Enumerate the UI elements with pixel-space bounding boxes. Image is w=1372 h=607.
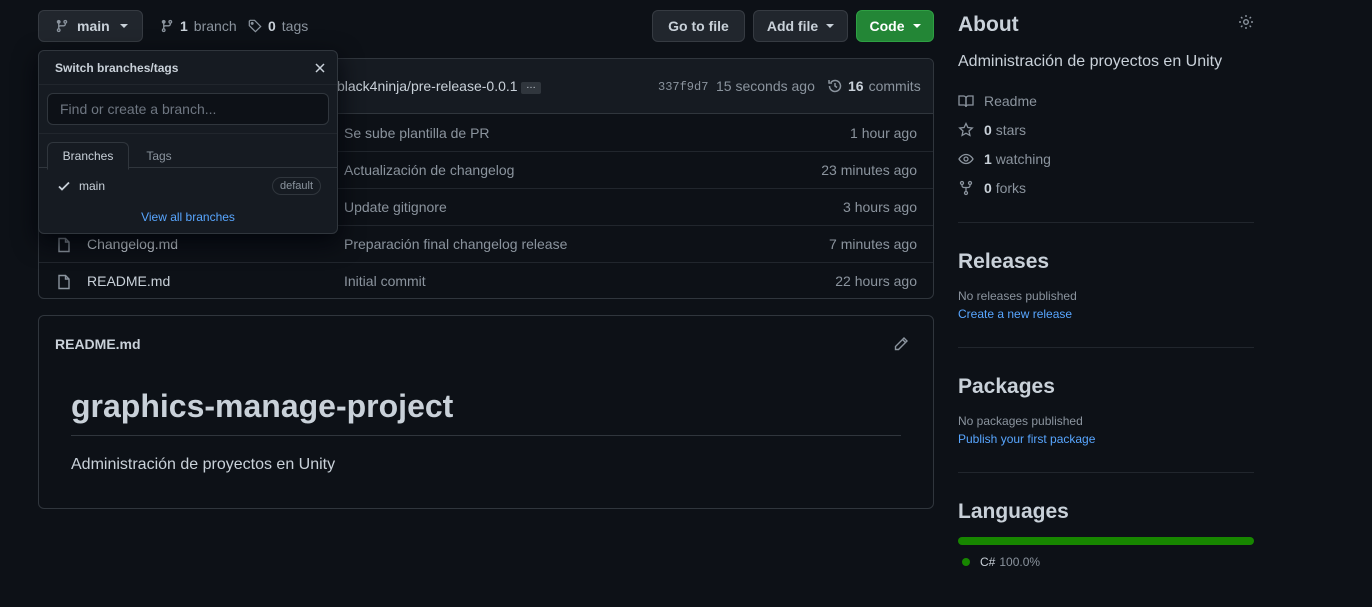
stars-count: 0 <box>984 122 992 138</box>
branch-item-name: main <box>79 179 106 193</box>
forks-count: 0 <box>984 180 992 196</box>
file-name[interactable]: Changelog.md <box>87 236 178 252</box>
language-bar <box>958 537 1254 545</box>
watching-link[interactable]: 1 watching <box>958 151 1051 167</box>
no-packages-text: No packages published <box>958 414 1083 428</box>
git-branch-icon <box>161 19 173 33</box>
code-button[interactable]: Code <box>856 10 934 42</box>
view-all-branches-link[interactable]: View all branches <box>39 210 337 224</box>
fork-icon <box>959 180 973 196</box>
file-commit-message[interactable]: Preparación final changelog release <box>344 236 567 252</box>
default-badge: default <box>271 177 321 195</box>
file-age: 1 hour ago <box>850 124 917 141</box>
language-percent: 100.0% <box>999 555 1041 569</box>
divider <box>958 472 1254 473</box>
file-name[interactable]: README.md <box>87 273 170 289</box>
close-icon[interactable] <box>313 61 327 75</box>
branch-search-input[interactable] <box>47 93 329 125</box>
tag-count-label: tags <box>281 18 309 34</box>
readme-heading: graphics-manage-project <box>71 388 901 436</box>
file-commit-message[interactable]: Se sube plantilla de PR <box>344 125 490 141</box>
dropdown-title: Switch branches/tags <box>55 60 179 75</box>
file-commit-message[interactable]: Initial commit <box>344 273 426 289</box>
tag-icon <box>248 19 262 33</box>
tab-tags[interactable]: Tags <box>139 142 179 170</box>
watching-count: 1 <box>984 151 992 167</box>
add-file-button[interactable]: Add file <box>753 10 848 42</box>
history-icon <box>828 79 842 93</box>
add-file-label: Add file <box>766 18 819 34</box>
gear-icon[interactable] <box>1238 14 1254 30</box>
forks-link[interactable]: 0 forks <box>958 180 1026 196</box>
commit-message-link[interactable]: black4ninja/pre-release-0.0.1 <box>337 78 518 94</box>
readme-box: README.md graphics-manage-project Admini… <box>38 315 934 509</box>
readme-body: Administración de proyectos en Unity <box>71 456 336 473</box>
eye-icon <box>958 153 974 165</box>
branch-selector-button[interactable]: main <box>38 10 143 42</box>
create-release-link[interactable]: Create a new release <box>958 307 1072 321</box>
star-icon <box>958 122 974 137</box>
tag-count: 0 <box>268 18 276 34</box>
check-icon <box>58 181 70 191</box>
chevron-down-icon <box>119 24 128 28</box>
dropdown-header: Switch branches/tags <box>39 51 337 85</box>
readme-label: Readme <box>984 93 1037 109</box>
file-age: 23 minutes ago <box>821 162 917 178</box>
file-age: 7 minutes ago <box>829 236 917 252</box>
file-age: 3 hours ago <box>843 199 917 215</box>
language-color-dot <box>962 558 970 566</box>
go-to-file-label: Go to file <box>668 18 729 34</box>
readme-file-title[interactable]: README.md <box>55 336 141 352</box>
readme-link[interactable]: Readme <box>958 93 1037 109</box>
branches-link[interactable]: 1 branch <box>160 10 237 42</box>
branch-count: 1 <box>180 18 188 34</box>
commit-expand-button[interactable]: … <box>521 81 541 94</box>
languages-heading: Languages <box>958 500 1069 523</box>
stars-link[interactable]: 0 stars <box>958 122 1026 138</box>
file-age: 22 hours ago <box>835 273 917 289</box>
language-item[interactable]: C# 100.0% <box>962 555 1040 569</box>
file-commit-message[interactable]: Update gitignore <box>344 199 447 215</box>
tab-branches[interactable]: Branches <box>47 142 129 170</box>
commit-hash[interactable]: 337f9d7 <box>658 80 708 94</box>
language-name: C# <box>980 555 996 569</box>
commits-link[interactable]: 16 commits <box>827 78 921 94</box>
language-bar-segment-csharp <box>958 537 1254 545</box>
stars-label: stars <box>995 122 1027 138</box>
forks-label: forks <box>995 180 1027 196</box>
about-heading: About <box>958 13 1019 36</box>
book-icon <box>958 95 974 108</box>
divider <box>958 347 1254 348</box>
no-releases-text: No releases published <box>958 289 1077 303</box>
branch-list-item[interactable]: main default <box>39 173 337 199</box>
file-row[interactable]: README.md Initial commit 22 hours ago <box>39 262 933 298</box>
branch-switch-dropdown: Switch branches/tags Branches Tags main … <box>38 50 338 234</box>
file-icon <box>58 237 70 253</box>
divider <box>958 222 1254 223</box>
dropdown-tabs: Branches Tags <box>39 133 337 170</box>
branch-count-label: branch <box>193 18 237 34</box>
releases-heading[interactable]: Releases <box>958 250 1254 274</box>
git-branch-icon <box>56 19 68 33</box>
chevron-down-icon <box>826 24 835 28</box>
file-icon <box>58 274 70 290</box>
chevron-down-icon <box>912 24 921 28</box>
watching-label: watching <box>995 151 1051 167</box>
commit-time: 15 seconds ago <box>716 78 815 94</box>
tags-link[interactable]: 0 tags <box>248 10 308 42</box>
commit-count-label: commits <box>868 78 921 94</box>
go-to-file-button[interactable]: Go to file <box>652 10 745 42</box>
about-description: Administración de proyectos en Unity <box>958 53 1223 70</box>
code-label: Code <box>869 18 905 34</box>
packages-heading[interactable]: Packages <box>958 375 1254 399</box>
file-commit-message[interactable]: Actualización de changelog <box>344 162 514 178</box>
pencil-icon[interactable] <box>893 336 909 352</box>
commit-count: 16 <box>848 78 864 94</box>
branch-name: main <box>77 18 110 34</box>
publish-package-link[interactable]: Publish your first package <box>958 432 1095 446</box>
